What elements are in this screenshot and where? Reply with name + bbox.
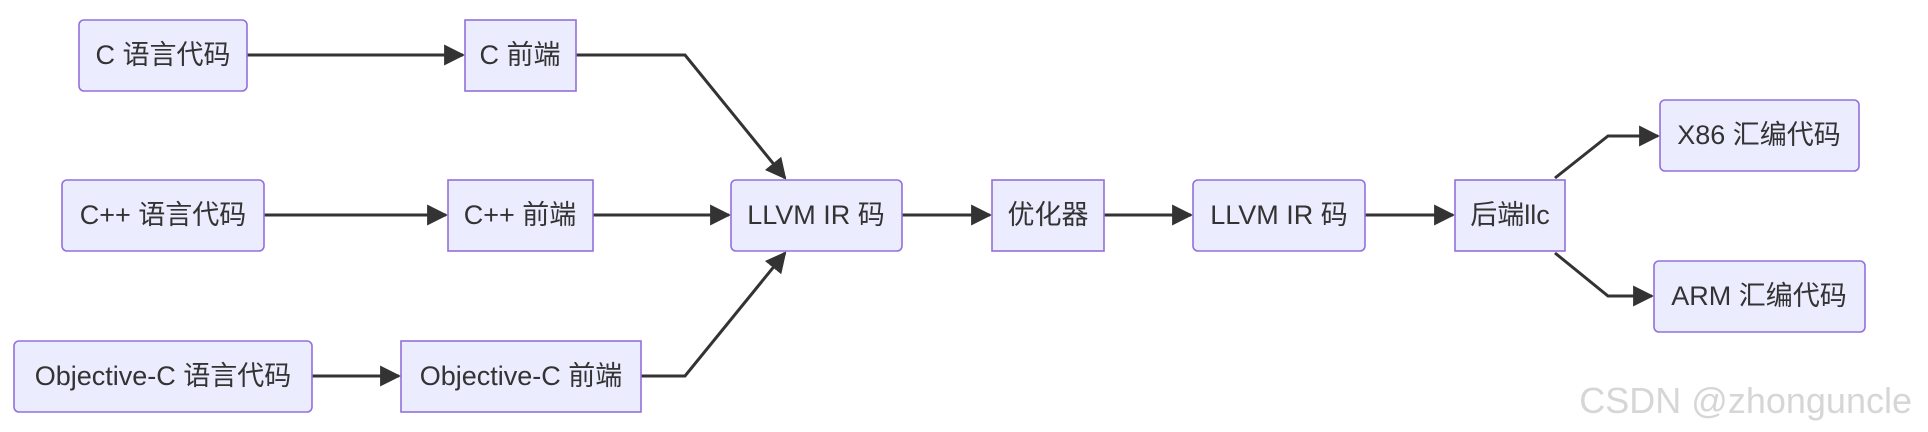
edge-objc-frontend-to-llvm-ir-1 — [641, 251, 787, 378]
edge-c-frontend-to-llvm-ir-1 — [576, 53, 787, 180]
node-objc-source-label: Objective-C 语言代码 — [35, 361, 292, 391]
node-x86-asm: X86 汇编代码 — [1659, 99, 1860, 172]
node-c-frontend: C 前端 — [464, 19, 577, 92]
node-cpp-source-label: C++ 语言代码 — [80, 200, 247, 230]
node-llvm-ir-1: LLVM IR 码 — [730, 179, 903, 252]
node-llvm-ir-2-label: LLVM IR 码 — [1210, 200, 1348, 230]
node-x86-asm-label: X86 汇编代码 — [1677, 120, 1841, 150]
node-backend-label: 后端llc — [1470, 200, 1550, 230]
node-c-source: C 语言代码 — [78, 19, 248, 92]
node-objc-source: Objective-C 语言代码 — [13, 340, 313, 413]
node-objc-frontend: Objective-C 前端 — [400, 340, 642, 413]
edge-backend-to-arm-asm — [1554, 251, 1655, 307]
node-backend: 后端llc — [1454, 179, 1566, 252]
node-optimizer: 优化器 — [991, 179, 1105, 252]
node-objc-frontend-label: Objective-C 前端 — [420, 361, 623, 391]
node-llvm-ir-1-label: LLVM IR 码 — [747, 200, 885, 230]
compiler-pipeline-diagram: C 语言代码 C++ 语言代码 Objective-C 语言代码 C 前端 C+… — [13, 19, 1866, 413]
node-c-frontend-label: C 前端 — [480, 40, 561, 70]
node-optimizer-label: 优化器 — [1008, 200, 1089, 230]
node-cpp-frontend-label: C++ 前端 — [464, 200, 577, 230]
edge-backend-to-x86-asm — [1554, 125, 1661, 180]
node-c-source-label: C 语言代码 — [96, 40, 231, 70]
csdn-watermark: CSDN @zhonguncle — [1579, 380, 1912, 421]
node-arm-asm-label: ARM 汇编代码 — [1671, 281, 1847, 311]
node-cpp-source: C++ 语言代码 — [61, 179, 265, 252]
node-arm-asm: ARM 汇编代码 — [1653, 260, 1866, 333]
node-cpp-frontend: C++ 前端 — [447, 179, 594, 252]
node-llvm-ir-2: LLVM IR 码 — [1192, 179, 1366, 252]
